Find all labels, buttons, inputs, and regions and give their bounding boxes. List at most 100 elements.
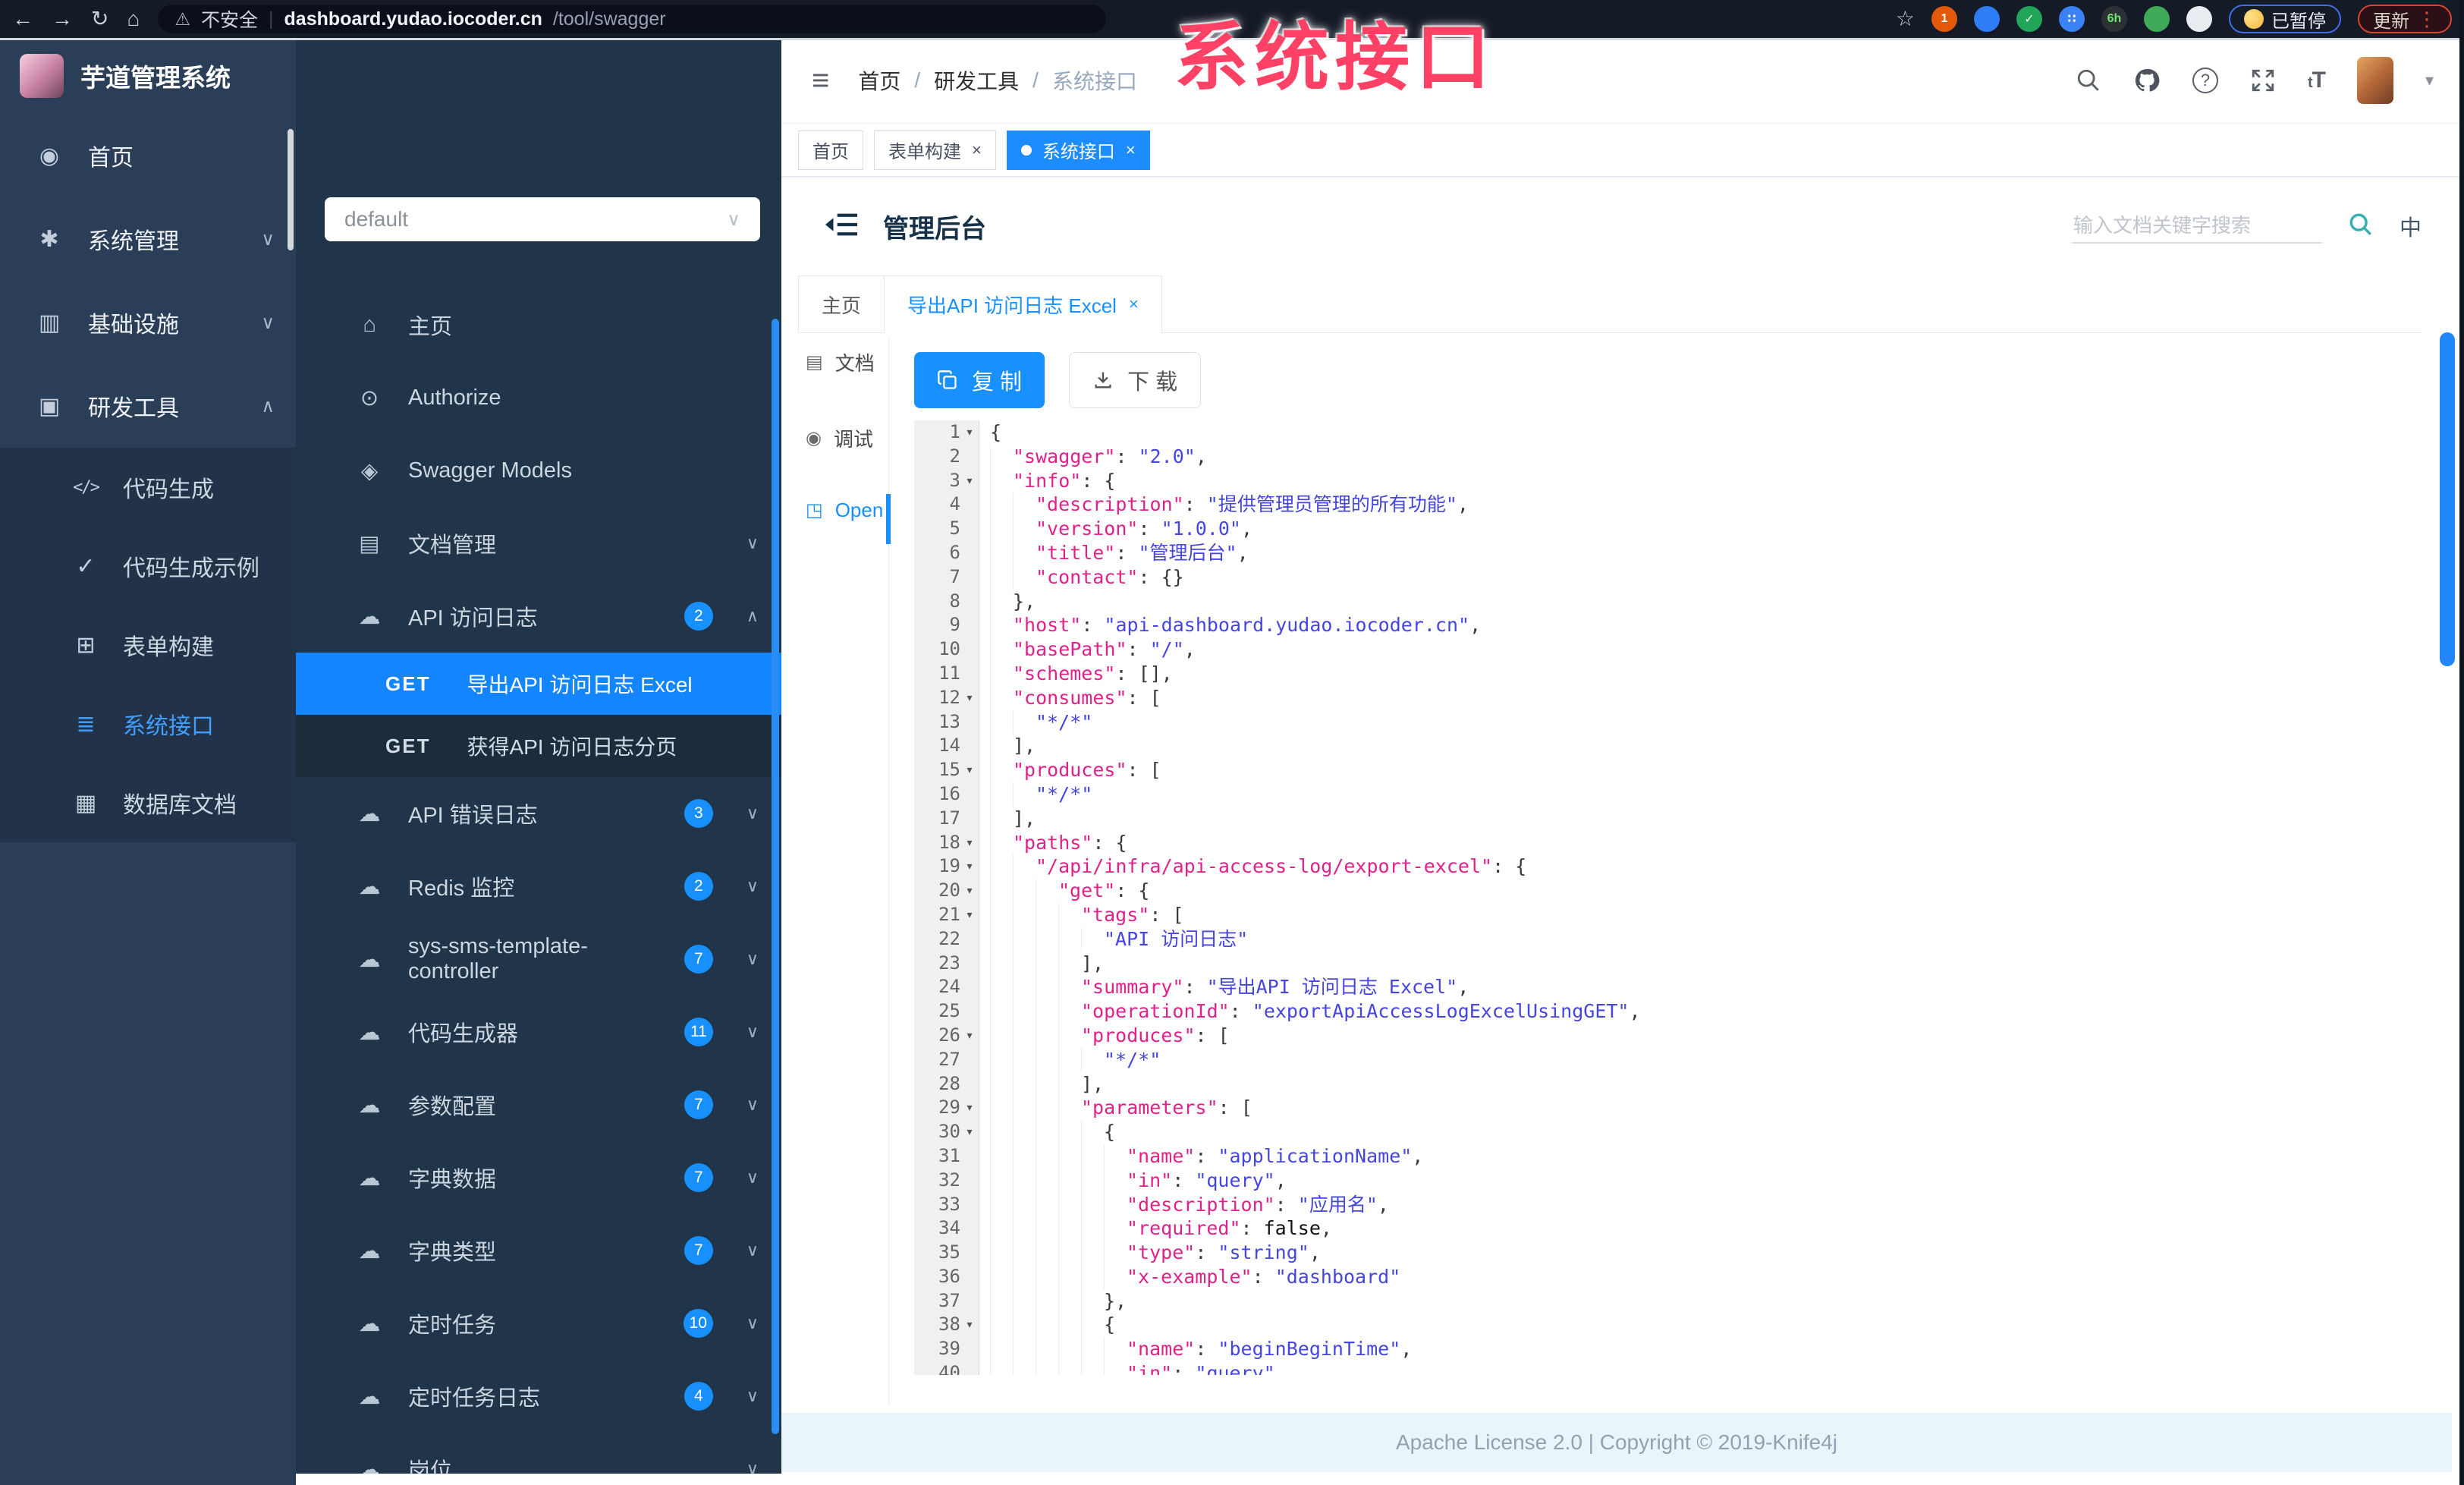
- tags-view-tab-2[interactable]: 系统接口 ×: [1006, 130, 1150, 170]
- fold-icon[interactable]: ▾: [960, 854, 979, 879]
- fold-icon[interactable]: ▾: [960, 1024, 979, 1048]
- api-group-14[interactable]: ☁ 定时任务 10 ∨: [296, 1287, 781, 1360]
- browser-menu-icon[interactable]: ⋮: [2417, 8, 2437, 31]
- content-scrollbar[interactable]: [2440, 332, 2455, 666]
- doc-tab-0[interactable]: 主页: [798, 275, 885, 333]
- reload-icon[interactable]: ↻: [91, 8, 108, 30]
- forward-icon[interactable]: →: [52, 8, 73, 30]
- close-icon[interactable]: ×: [1129, 294, 1139, 314]
- tags-view-tab-0[interactable]: 首页: [798, 130, 863, 170]
- sidebar-subitem-db-doc[interactable]: ▦ 数据库文档: [0, 763, 296, 842]
- api-group-12[interactable]: ☁ 字典数据 7 ∨: [296, 1141, 781, 1214]
- api-group-8[interactable]: ☁ Redis 监控 2 ∨: [296, 850, 781, 923]
- ext-orange-extension-icon[interactable]: 1: [1931, 6, 1957, 32]
- api-item-6[interactable]: GET 获得API 访问日志分页: [296, 715, 781, 777]
- sidebar-subitem-system-api[interactable]: ≣ 系统接口: [0, 684, 296, 763]
- sidebar-item-infra[interactable]: ▥ 基础设施 ∨: [0, 281, 296, 364]
- download-button[interactable]: 下 载: [1069, 352, 1202, 408]
- breadcrumb-item[interactable]: 研发工具: [934, 65, 1019, 96]
- infra-icon: ▥: [38, 310, 61, 335]
- hamburger-icon[interactable]: ≡: [812, 64, 829, 98]
- api-group-10[interactable]: ☁ 代码生成器 11 ∨: [296, 996, 781, 1068]
- side-tab-debug[interactable]: ◉ 调试: [806, 424, 873, 452]
- api-group-15[interactable]: ☁ 定时任务日志 4 ∨: [296, 1360, 781, 1433]
- ext-blue-grid-extension-icon[interactable]: ∷: [2059, 6, 2085, 32]
- paused-profile-button[interactable]: 已暂停: [2229, 5, 2341, 33]
- sidebar-item-home[interactable]: ◉ 首页: [0, 114, 296, 197]
- line-number: 7: [949, 565, 960, 587]
- fold-icon[interactable]: ▾: [960, 903, 979, 927]
- font-size-icon[interactable]: tT: [2308, 68, 2326, 93]
- ext-blue-drop-extension-icon[interactable]: [1974, 6, 2000, 32]
- doc-group-select[interactable]: default ∨: [325, 197, 760, 241]
- sidebar-subitem-codegen[interactable]: </> 代码生成: [0, 448, 296, 527]
- back-icon[interactable]: ←: [12, 8, 33, 30]
- sidebar-item-system[interactable]: ✱ 系统管理 ∨: [0, 197, 296, 281]
- swagger-link-0[interactable]: ⌂ 主页: [296, 288, 781, 361]
- address-bar[interactable]: ⚠ 不安全 | dashboard.yudao.iocoder.cn /tool…: [158, 5, 1107, 33]
- fold-icon[interactable]: ▾: [960, 1313, 979, 1337]
- language-icon[interactable]: 中: [2400, 210, 2422, 242]
- doc-tab-1[interactable]: 导出API 访问日志 Excel ×: [884, 275, 1162, 333]
- fold-icon[interactable]: ▾: [960, 469, 979, 493]
- ext-green-check-extension-icon[interactable]: ✓: [2016, 6, 2042, 32]
- ext-green-leaf-extension-icon[interactable]: [2144, 6, 2170, 32]
- fullscreen-icon[interactable]: [2250, 68, 2276, 93]
- fold-icon[interactable]: ▾: [960, 1120, 979, 1144]
- app-logo[interactable]: 芋道管理系统: [0, 38, 296, 114]
- api-group-9[interactable]: ☁ sys-sms-template-controller 7 ∨: [296, 923, 781, 996]
- gutter-line: 38 ▾: [914, 1313, 979, 1337]
- api-group-13[interactable]: ☁ 字典类型 7 ∨: [296, 1214, 781, 1287]
- api-item-5[interactable]: GET 导出API 访问日志 Excel: [296, 653, 781, 715]
- indent-guide: [1036, 1071, 1058, 1096]
- api-group-11[interactable]: ☁ 参数配置 7 ∨: [296, 1068, 781, 1141]
- footer-text: Apache License 2.0 | Copyright © 2019-Kn…: [1395, 1430, 1838, 1454]
- fold-icon[interactable]: ▾: [960, 879, 979, 903]
- api-group-3[interactable]: ▤ 文档管理 ∨: [296, 507, 781, 580]
- api-group-4[interactable]: ☁ API 访问日志 2 ∧: [296, 580, 781, 653]
- avatar-caret-icon[interactable]: ▾: [2425, 71, 2434, 90]
- github-icon[interactable]: [2133, 67, 2161, 94]
- sidebar-subitem-codegen-demo[interactable]: ✓ 代码生成示例: [0, 527, 296, 606]
- fold-icon[interactable]: ▾: [960, 1096, 979, 1120]
- api-group-16[interactable]: ☁ 岗位 ∨: [296, 1433, 781, 1474]
- fold-icon[interactable]: ▾: [960, 758, 979, 782]
- side-tab-doc[interactable]: ▤ 文档: [806, 348, 875, 376]
- close-icon[interactable]: ×: [972, 140, 982, 160]
- sidebar-subitem-form-builder[interactable]: ⊞ 表单构建: [0, 606, 296, 684]
- sidebar-subitem-label: 表单构建: [123, 635, 214, 660]
- help-icon[interactable]: ?: [2192, 68, 2218, 93]
- fold-icon[interactable]: ▾: [960, 831, 979, 855]
- code-line: "info": {: [990, 468, 2420, 493]
- doc-search-icon[interactable]: [2348, 212, 2374, 241]
- browser-home-icon[interactable]: ⌂: [127, 8, 140, 30]
- sidebar-scrollbar[interactable]: [288, 129, 294, 250]
- swagger-sidebar-scrollbar[interactable]: [772, 319, 779, 1434]
- indent-guide: [1013, 854, 1036, 879]
- fold-icon[interactable]: ▾: [960, 420, 979, 445]
- user-avatar[interactable]: [2356, 57, 2393, 104]
- ext-6h-extension-icon[interactable]: 6h: [2101, 6, 2127, 32]
- breadcrumb-item[interactable]: 首页: [858, 65, 900, 96]
- tags-view-tab-1[interactable]: 表单构建 ×: [874, 130, 996, 170]
- close-icon[interactable]: ×: [1126, 140, 1136, 160]
- indent-guide: [1058, 1047, 1081, 1072]
- swagger-item-label: 字典数据: [408, 1168, 497, 1192]
- code-line: ],: [990, 1071, 2420, 1096]
- doc-search-input[interactable]: [2071, 209, 2322, 244]
- fold-icon[interactable]: ▾: [960, 686, 979, 710]
- copy-button[interactable]: 复 制: [914, 352, 1045, 408]
- search-icon[interactable]: [2076, 68, 2101, 93]
- swagger-link-2[interactable]: ◈ Swagger Models: [296, 434, 781, 507]
- swagger-link-1[interactable]: ⊙ Authorize: [296, 361, 781, 434]
- home2-icon: ⌂: [363, 312, 376, 337]
- sidebar-item-devtools[interactable]: ▣ 研发工具 ∧: [0, 364, 296, 448]
- side-tab-open[interactable]: ◳ Open: [806, 499, 883, 522]
- json-editor[interactable]: 1 ▾ 2 3 ▾ 4 5 6 7 8 9 10 11 12 ▾ 13 14 15 ▾ 16 17 18 ▾ 19 ▾ 20 ▾ 21…: [914, 420, 2420, 1375]
- collapse-icon[interactable]: [825, 211, 857, 242]
- api-group-7[interactable]: ☁ API 错误日志 3 ∨: [296, 777, 781, 850]
- ext-puzzle-extension-icon[interactable]: [2186, 6, 2212, 32]
- bookmark-star-icon[interactable]: ☆: [1896, 8, 1915, 30]
- update-button[interactable]: 更新 ⋮: [2358, 5, 2452, 33]
